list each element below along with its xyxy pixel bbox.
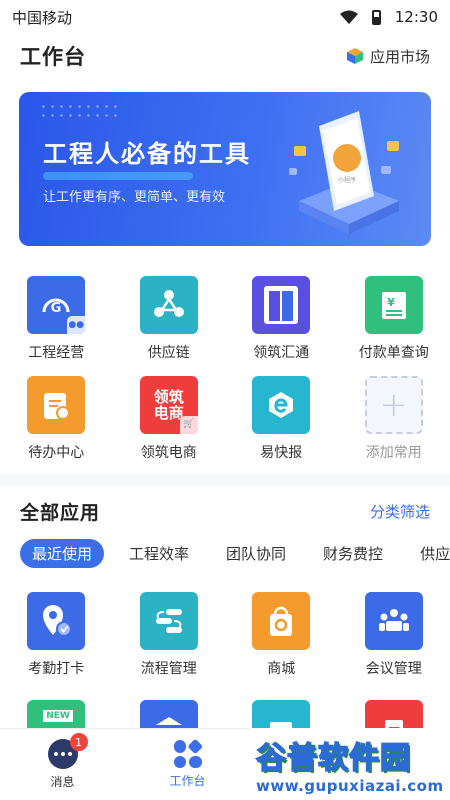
nav-messages[interactable]: 1 消息	[23, 733, 103, 790]
app-ecommerce[interactable]: 领筑电商 🛒 领筑电商	[113, 376, 226, 462]
ecommerce-icon: 领筑电商 🛒	[139, 376, 198, 434]
app-payment-query[interactable]: ¥ 付款单查询	[338, 276, 450, 362]
app-todo-center[interactable]: 待办中心	[0, 376, 113, 462]
tab-recent[interactable]: 最近使用	[20, 538, 105, 568]
mall-icon	[252, 592, 311, 650]
app-label: 会议管理	[365, 661, 422, 677]
app-label: 领筑汇通	[253, 345, 310, 361]
cart-icon: 🛒	[179, 416, 198, 434]
app-mall[interactable]: 商城	[225, 592, 338, 678]
todo-icon	[27, 376, 86, 434]
yikuaibao-icon	[252, 376, 311, 434]
app-market-label: 应用市场	[369, 47, 430, 66]
app-market-button[interactable]: 应用市场	[346, 46, 430, 67]
app-supply-chain[interactable]: 供应链	[113, 276, 226, 362]
status-bar: 中国移动 12:30	[0, 0, 450, 34]
svg-text:G: G	[51, 301, 62, 316]
app-label: 商城	[267, 661, 296, 677]
new-tag: NEW	[43, 710, 73, 722]
app-label: 添加常用	[365, 445, 422, 461]
section-title: 全部应用	[20, 501, 101, 524]
tab-supply-chain[interactable]: 供应链	[408, 539, 450, 568]
category-tabs: 最近使用 工程效率 团队协同 财务费控 供应链	[0, 536, 450, 570]
svg-text:¥: ¥	[387, 296, 395, 309]
nav-workbench[interactable]: 工作台	[148, 738, 228, 789]
tab-team-collaboration[interactable]: 团队协同	[214, 539, 298, 568]
app-label: 待办中心	[28, 445, 85, 461]
tab-engineering-efficiency[interactable]: 工程效率	[117, 539, 201, 568]
app-huitong[interactable]: 领筑汇通	[225, 276, 338, 362]
battery-icon	[371, 9, 381, 25]
banner-subtitle: 让工作更有序、更简单、更有效	[43, 190, 226, 205]
nav-workbench-label: 工作台	[169, 774, 206, 788]
unread-badge: 1	[69, 733, 88, 751]
app-workflow[interactable]: 流程管理	[113, 592, 226, 678]
wifi-icon	[339, 10, 358, 24]
cube-icon	[346, 48, 363, 64]
carrier-name: 中国移动	[12, 8, 73, 27]
app-yikuaibao[interactable]: 易快报	[225, 376, 338, 462]
app-label: 易快报	[260, 445, 303, 461]
app-label: 付款单查询	[358, 345, 429, 361]
meeting-icon	[364, 592, 423, 650]
app-attendance[interactable]: 考勤打卡	[0, 592, 113, 678]
huitong-icon	[252, 276, 311, 334]
payment-icon: ¥	[364, 276, 423, 334]
phone-illustration-icon: 小程序	[289, 111, 399, 234]
app-label: 工程经营	[28, 345, 85, 361]
app-label: 流程管理	[140, 661, 197, 677]
watermark-main: 谷普软件园	[255, 740, 411, 777]
app-meeting[interactable]: 会议管理	[338, 592, 450, 678]
nav-messages-label: 消息	[50, 775, 75, 789]
app-label: 供应链	[147, 345, 190, 361]
banner-art-caption: 小程序	[338, 176, 356, 184]
add-icon: +	[364, 376, 423, 434]
watermark-url: www.gupuxiazai.com	[256, 777, 444, 795]
header: 工作台 应用市场	[0, 34, 450, 78]
category-filter-link[interactable]: 分类筛选	[370, 501, 430, 522]
app-engineering[interactable]: G ●● 工程经营	[0, 276, 113, 362]
banner-underline	[43, 172, 193, 180]
promo-banner[interactable]: 工程人必备的工具 让工作更有序、更简单、更有效 小程序	[19, 92, 431, 246]
add-favorite-button[interactable]: + 添加常用	[338, 376, 450, 462]
supply-chain-icon	[139, 276, 198, 334]
app-label: 考勤打卡	[28, 661, 85, 677]
app-label: 领筑电商	[140, 445, 197, 461]
engineering-icon: G ●●	[27, 276, 86, 334]
all-apps-section: 全部应用 分类筛选 最近使用 工程效率 团队协同 财务费控 供应链 考勤打卡 流…	[0, 486, 450, 758]
team-badge-icon: ●●	[67, 316, 86, 334]
page-title: 工作台	[20, 45, 86, 69]
banner-dots	[39, 102, 119, 122]
quick-apps-grid: G ●● 工程经营 供应链 领筑汇通 ¥ 付款单查询 待办中心 领筑电商 🛒 领…	[0, 258, 450, 474]
site-watermark: 谷普软件园 www.gupuxiazai.com	[250, 728, 450, 800]
status-icons: 12:30	[339, 8, 438, 26]
banner-title: 工程人必备的工具	[43, 140, 251, 168]
clock: 12:30	[394, 8, 438, 26]
workbench-grid-icon	[173, 738, 203, 768]
workflow-icon	[139, 592, 198, 650]
attendance-icon	[27, 592, 86, 650]
tab-finance-control[interactable]: 财务费控	[311, 539, 395, 568]
